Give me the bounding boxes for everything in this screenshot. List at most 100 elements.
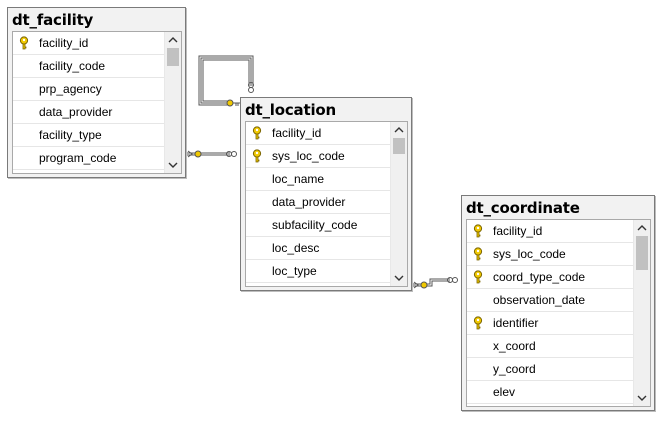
column-name: facility_id bbox=[493, 224, 543, 238]
column-row[interactable]: loc_desc bbox=[246, 237, 390, 260]
row-selector[interactable] bbox=[246, 168, 265, 190]
scroll-thumb[interactable] bbox=[393, 138, 405, 154]
column-row[interactable]: facility_id bbox=[467, 220, 633, 243]
infinity-end-icon bbox=[226, 151, 237, 157]
column-row[interactable]: elev bbox=[467, 381, 633, 404]
column-name: y_coord bbox=[493, 362, 536, 376]
row-selector[interactable] bbox=[246, 260, 265, 282]
column-name: facility_code bbox=[39, 59, 106, 73]
column-name: loc_type bbox=[272, 264, 317, 278]
column-row[interactable]: observation_date bbox=[467, 289, 633, 312]
relationship-facility-location[interactable] bbox=[187, 152, 230, 156]
column-row[interactable]: data_provider bbox=[246, 191, 390, 214]
row-selector[interactable] bbox=[13, 78, 32, 100]
scroll-up-icon[interactable] bbox=[634, 220, 650, 236]
infinity-end-icon bbox=[447, 277, 458, 283]
column-name: facility_type bbox=[39, 128, 102, 142]
column-row[interactable]: x_coord bbox=[467, 335, 633, 358]
key-end-icon bbox=[226, 99, 240, 107]
column-grid[interactable]: facility_id facility_code prp_agency data_p… bbox=[12, 31, 182, 174]
column-name: data_provider bbox=[272, 195, 346, 209]
primary-key-icon bbox=[472, 224, 484, 238]
column-name: subfacility_code bbox=[272, 218, 358, 232]
column-row[interactable]: prp_agency bbox=[13, 78, 164, 101]
column-name: facility_id bbox=[39, 36, 89, 50]
column-row[interactable]: sys_loc_code bbox=[246, 145, 390, 168]
primary-key-icon bbox=[18, 36, 30, 50]
column-name: sys_loc_code bbox=[493, 247, 566, 261]
row-selector[interactable] bbox=[246, 145, 265, 167]
scroll-down-icon[interactable] bbox=[165, 157, 181, 173]
table-dt-facility[interactable]: dt_facility facility_id facility_code prp_… bbox=[7, 7, 186, 178]
scroll-up-icon[interactable] bbox=[165, 32, 181, 48]
key-end-icon bbox=[413, 281, 428, 289]
column-name: x_coord bbox=[493, 339, 536, 353]
row-selector[interactable] bbox=[246, 214, 265, 236]
column-grid[interactable]: facility_id sys_loc_code coord_type_codeob… bbox=[466, 219, 651, 407]
column-row[interactable]: facility_id bbox=[246, 122, 390, 145]
column-row[interactable]: coord_type_code bbox=[467, 266, 633, 289]
column-row[interactable]: data_provider bbox=[13, 101, 164, 124]
primary-key-icon bbox=[251, 149, 263, 163]
column-row[interactable]: sys_loc_code bbox=[467, 243, 633, 266]
row-selector[interactable] bbox=[13, 101, 32, 123]
table-title[interactable]: dt_location bbox=[241, 98, 411, 121]
column-name: loc_desc bbox=[272, 241, 320, 255]
table-title[interactable]: dt_facility bbox=[8, 8, 185, 31]
row-selector[interactable] bbox=[467, 220, 486, 242]
column-name: loc_name bbox=[272, 172, 325, 186]
row-selector[interactable] bbox=[467, 289, 486, 311]
row-selector[interactable] bbox=[246, 237, 265, 259]
table-dt-location[interactable]: dt_location facility_id sys_loc_code loc_n… bbox=[240, 97, 412, 291]
row-selector[interactable] bbox=[246, 191, 265, 213]
column-name: facility_id bbox=[272, 126, 322, 140]
column-grid[interactable]: facility_id sys_loc_code loc_name data_prov… bbox=[245, 121, 408, 287]
row-selector[interactable] bbox=[13, 55, 32, 77]
primary-key-icon bbox=[472, 247, 484, 261]
column-row[interactable]: y_coord bbox=[467, 358, 633, 381]
column-name: prp_agency bbox=[39, 82, 102, 96]
primary-key-icon bbox=[472, 270, 484, 284]
column-name: identifier bbox=[493, 316, 539, 330]
column-name: coord_type_code bbox=[493, 270, 586, 284]
row-selector[interactable] bbox=[467, 266, 486, 288]
column-row[interactable]: subfacility_code bbox=[246, 214, 390, 237]
row-selector[interactable] bbox=[467, 335, 486, 357]
table-dt-coordinate[interactable]: dt_coordinate facility_id sys_loc_codecoo… bbox=[461, 195, 655, 411]
primary-key-icon bbox=[251, 126, 263, 140]
row-selector[interactable] bbox=[467, 381, 486, 403]
scroll-down-icon[interactable] bbox=[391, 270, 407, 286]
table-title[interactable]: dt_coordinate bbox=[462, 196, 654, 219]
column-row[interactable]: facility_id bbox=[13, 32, 164, 55]
row-selector[interactable] bbox=[467, 243, 486, 265]
column-name: sys_loc_code bbox=[272, 149, 345, 163]
column-list: facility_id sys_loc_code loc_name data_prov… bbox=[246, 122, 390, 286]
vertical-scrollbar[interactable] bbox=[633, 220, 650, 406]
row-selector[interactable] bbox=[13, 32, 32, 54]
column-name: elev bbox=[493, 385, 516, 399]
column-row[interactable]: facility_type bbox=[13, 124, 164, 147]
column-row[interactable]: loc_name bbox=[246, 168, 390, 191]
row-selector[interactable] bbox=[467, 312, 486, 334]
row-selector[interactable] bbox=[13, 124, 32, 146]
scroll-down-icon[interactable] bbox=[634, 390, 650, 406]
column-name: observation_date bbox=[493, 293, 586, 307]
column-row[interactable]: program_code bbox=[13, 147, 164, 170]
column-list: facility_id facility_code prp_agency data_p… bbox=[13, 32, 164, 173]
key-end-icon bbox=[187, 150, 202, 158]
scroll-up-icon[interactable] bbox=[391, 122, 407, 138]
vertical-scrollbar[interactable] bbox=[390, 122, 407, 286]
column-row[interactable]: facility_code bbox=[13, 55, 164, 78]
row-selector[interactable] bbox=[246, 122, 265, 144]
scroll-thumb[interactable] bbox=[167, 48, 179, 66]
scroll-thumb[interactable] bbox=[636, 236, 648, 270]
row-selector[interactable] bbox=[467, 358, 486, 380]
column-list: facility_id sys_loc_code coord_type_codeob… bbox=[467, 220, 633, 406]
primary-key-icon bbox=[472, 316, 484, 330]
column-row[interactable]: identifier bbox=[467, 312, 633, 335]
row-selector[interactable] bbox=[13, 147, 32, 169]
column-name: program_code bbox=[39, 151, 117, 165]
column-name: data_provider bbox=[39, 105, 113, 119]
column-row[interactable]: loc_type bbox=[246, 260, 390, 283]
vertical-scrollbar[interactable] bbox=[164, 32, 181, 173]
